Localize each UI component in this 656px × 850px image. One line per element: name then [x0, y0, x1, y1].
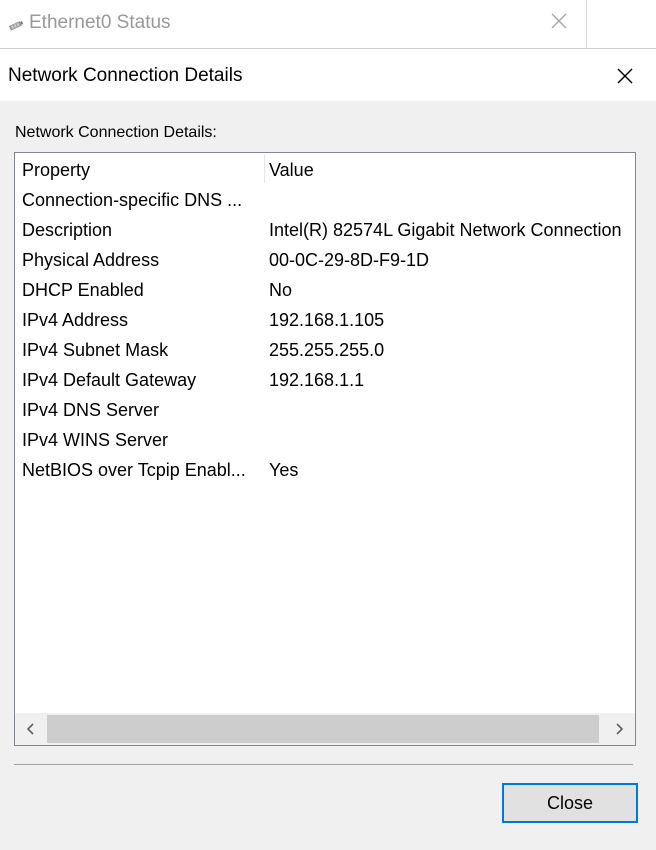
property-cell: IPv4 DNS Server: [22, 400, 160, 420]
value-cell: 192.168.1.105: [269, 310, 385, 330]
value-cell: Intel(R) 82574L Gigabit Network Connecti…: [269, 220, 622, 240]
parent-window-title: Ethernet0 Status: [29, 12, 171, 33]
divider: [14, 764, 633, 765]
table-row[interactable]: DHCP Enabled No: [15, 276, 635, 306]
network-connection-details-dialog: Network Connection Details Network Conne…: [0, 48, 656, 850]
close-icon[interactable]: [548, 10, 570, 32]
property-cell: IPv4 Address: [22, 310, 129, 330]
property-cell: NetBIOS over Tcpip Enabl...: [22, 460, 246, 480]
property-cell: DHCP Enabled: [22, 280, 144, 300]
property-cell: IPv4 Default Gateway: [22, 370, 197, 390]
value-cell: Yes: [269, 460, 299, 480]
table-row[interactable]: IPv4 WINS Server: [15, 426, 635, 456]
table-row[interactable]: NetBIOS over Tcpip Enabl... Yes: [15, 456, 635, 486]
table-row[interactable]: IPv4 DNS Server: [15, 396, 635, 426]
column-divider[interactable]: [264, 155, 265, 183]
chevron-left-icon[interactable]: [23, 721, 39, 737]
scrollbar-thumb[interactable]: [47, 715, 599, 743]
table-row[interactable]: IPv4 Default Gateway 192.168.1.1: [15, 366, 635, 396]
window-border: [586, 0, 587, 48]
dialog-title: Network Connection Details: [8, 65, 243, 86]
column-header-property[interactable]: Property: [22, 160, 90, 181]
column-header-value[interactable]: Value: [269, 160, 314, 181]
value-cell: 192.168.1.1: [269, 370, 365, 390]
dialog-titlebar: Network Connection Details: [0, 49, 656, 101]
table-row[interactable]: Connection-specific DNS ...: [15, 186, 635, 216]
value-cell: No: [269, 280, 293, 300]
property-cell: Connection-specific DNS ...: [22, 190, 243, 210]
close-icon[interactable]: [614, 65, 636, 87]
network-adapter-icon: [8, 18, 24, 36]
list-header: Property Value: [15, 153, 635, 185]
property-cell: Description: [22, 220, 113, 240]
value-cell: 00-0C-29-8D-F9-1D: [269, 250, 430, 270]
property-cell: Physical Address: [22, 250, 160, 270]
property-cell: IPv4 Subnet Mask: [22, 340, 169, 360]
section-label: Network Connection Details:: [15, 124, 217, 141]
value-cell: 255.255.255.0: [269, 340, 385, 360]
property-cell: IPv4 WINS Server: [22, 430, 169, 450]
table-row[interactable]: IPv4 Address 192.168.1.105: [15, 306, 635, 336]
table-row[interactable]: IPv4 Subnet Mask 255.255.255.0: [15, 336, 635, 366]
close-button[interactable]: Close: [502, 783, 638, 823]
table-row[interactable]: Physical Address 00-0C-29-8D-F9-1D: [15, 246, 635, 276]
details-list-view[interactable]: Property Value Connection-specific DNS .…: [14, 152, 636, 746]
table-row[interactable]: Description Intel(R) 82574L Gigabit Netw…: [15, 216, 635, 246]
horizontal-scrollbar[interactable]: [15, 713, 635, 745]
chevron-right-icon[interactable]: [611, 721, 627, 737]
parent-window-titlebar: Ethernet0 Status: [0, 0, 656, 48]
